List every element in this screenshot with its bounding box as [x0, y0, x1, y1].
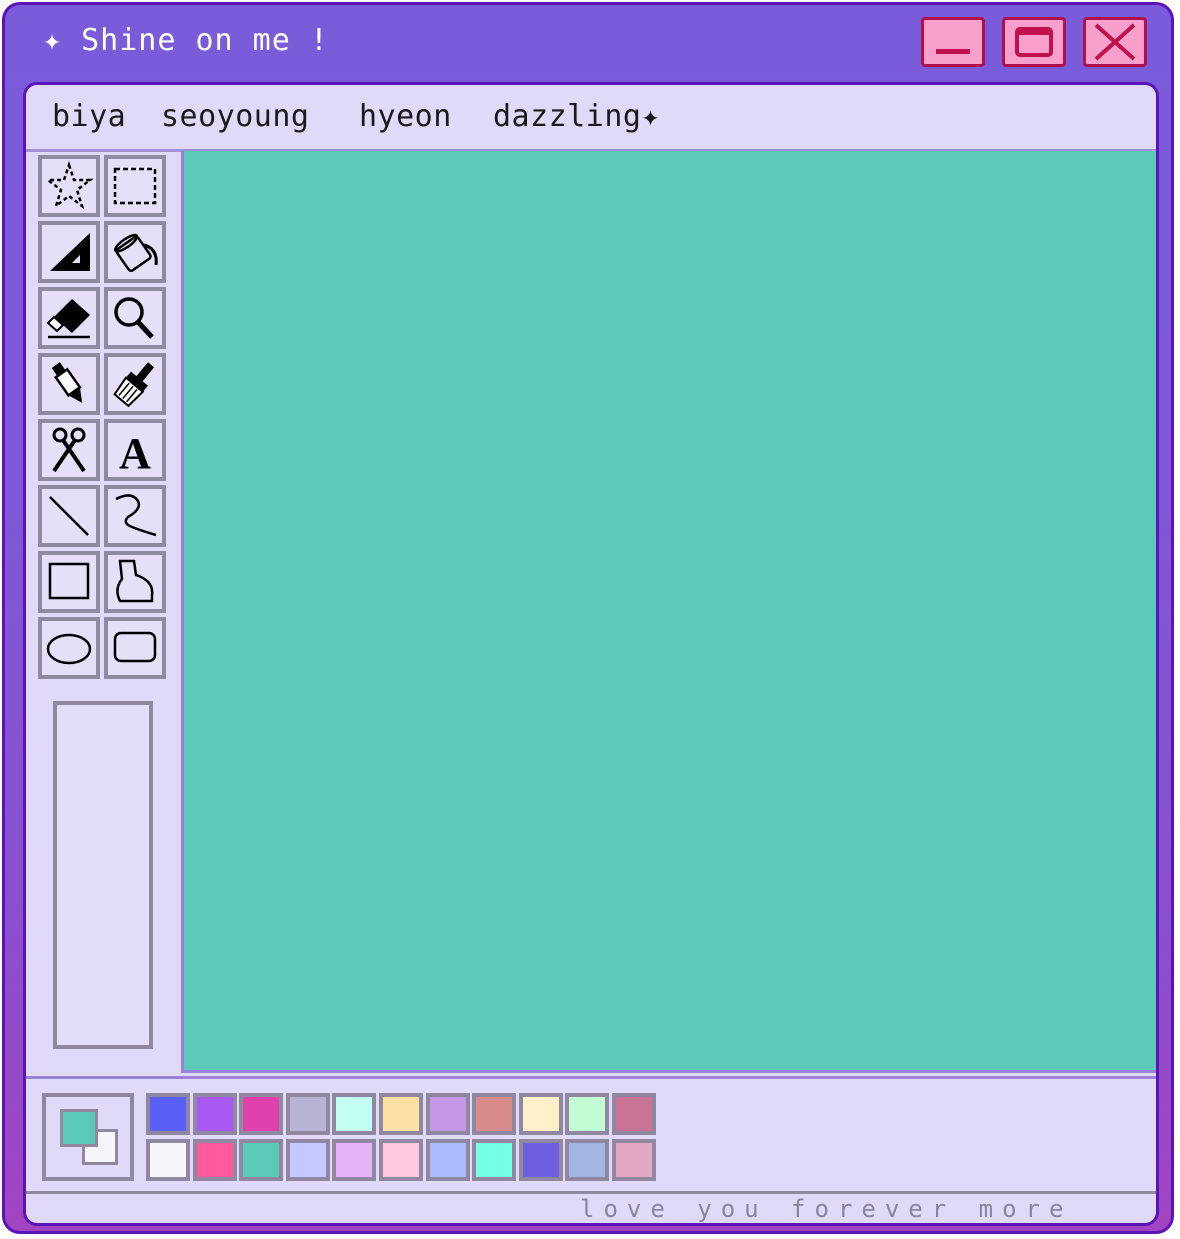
tool-ellipse[interactable] — [38, 617, 100, 679]
foreground-color[interactable] — [60, 1109, 98, 1147]
paint-bucket-icon — [113, 233, 158, 272]
tool-rectangle[interactable] — [38, 551, 100, 613]
tool-curve[interactable] — [104, 485, 166, 547]
palette-swatch[interactable] — [332, 1093, 377, 1135]
tool-scissors[interactable] — [38, 419, 100, 481]
palette-swatch[interactable] — [285, 1093, 330, 1135]
tool-line[interactable] — [38, 485, 100, 547]
tool-pen[interactable] — [38, 353, 100, 415]
paint-window: ✦ Shine on me ! biya seoyoung hyeon dazz… — [2, 2, 1174, 1234]
minimize-icon — [936, 49, 970, 54]
minimize-button[interactable] — [921, 17, 985, 67]
palette-swatch[interactable] — [518, 1093, 563, 1135]
close-icon — [1094, 23, 1136, 61]
tool-magnifier[interactable] — [104, 287, 166, 349]
pen-icon — [51, 362, 83, 403]
line-icon — [49, 496, 89, 536]
window-body: biya seoyoung hyeon dazzling✦ A love you… — [23, 82, 1159, 1226]
tool-free-form-select[interactable] — [38, 155, 100, 217]
color-palette — [26, 1076, 1156, 1194]
palette-swatch[interactable] — [379, 1093, 423, 1135]
rectangle-icon — [48, 562, 90, 600]
window-title: ✦ Shine on me ! — [43, 23, 329, 58]
ellipse-icon — [46, 633, 92, 665]
status-bar: love you forever more — [26, 1191, 1156, 1223]
polygon-icon — [116, 559, 154, 603]
palette-swatch[interactable] — [239, 1139, 284, 1181]
svg-text:A: A — [119, 429, 151, 477]
status-text: love you forever more — [580, 1195, 1073, 1223]
palette-swatch[interactable] — [612, 1093, 656, 1135]
current-colors[interactable] — [42, 1093, 134, 1181]
palette-swatch[interactable] — [192, 1093, 237, 1135]
menu-item-biya[interactable]: biya — [52, 99, 126, 134]
star-select-icon — [44, 161, 94, 210]
palette-swatch[interactable] — [332, 1139, 377, 1181]
palette-swatch[interactable] — [379, 1139, 423, 1181]
palette-swatch[interactable] — [612, 1139, 656, 1181]
rect-select-icon — [113, 167, 157, 205]
rounded-rect-icon — [113, 631, 157, 663]
menu-item-dazzling[interactable]: dazzling✦ — [493, 99, 660, 134]
palette-swatch[interactable] — [565, 1093, 610, 1135]
close-button[interactable] — [1083, 17, 1147, 67]
palette-swatch[interactable] — [518, 1139, 563, 1181]
triangle-ruler-icon — [50, 233, 90, 271]
menu-item-hyeon[interactable]: hyeon — [359, 99, 452, 134]
palette-swatch[interactable] — [472, 1093, 517, 1135]
tool-rect-select[interactable] — [104, 155, 166, 217]
curve-icon — [115, 494, 157, 537]
menu-item-seoyoung[interactable]: seoyoung — [161, 99, 310, 134]
tool-options-panel[interactable] — [53, 701, 153, 1049]
tool-fill[interactable] — [104, 221, 166, 283]
palette-swatch[interactable] — [239, 1093, 284, 1135]
palette-swatch[interactable] — [425, 1093, 470, 1135]
palette-swatch[interactable] — [472, 1139, 517, 1181]
eraser-icon — [46, 299, 90, 339]
palette-swatch[interactable] — [565, 1139, 610, 1181]
palette-swatch[interactable] — [285, 1139, 330, 1181]
tool-brush[interactable] — [104, 353, 166, 415]
tool-rounded-rect[interactable] — [104, 617, 166, 679]
palette-swatch[interactable] — [425, 1139, 470, 1181]
drawing-canvas[interactable] — [181, 151, 1156, 1073]
maximize-icon — [1015, 27, 1053, 57]
maximize-button[interactable] — [1002, 17, 1066, 67]
scissors-icon — [52, 427, 86, 473]
tool-polygon[interactable] — [104, 551, 166, 613]
palette-swatch[interactable] — [146, 1139, 190, 1181]
tool-text[interactable]: A — [104, 419, 166, 481]
magnifier-icon — [114, 297, 154, 339]
palette-swatch[interactable] — [146, 1093, 190, 1135]
tool-triangle[interactable] — [38, 221, 100, 283]
palette-swatch[interactable] — [192, 1139, 237, 1181]
title-bar[interactable]: ✦ Shine on me ! — [5, 5, 1171, 83]
brush-icon — [113, 362, 155, 408]
tool-eraser[interactable] — [38, 287, 100, 349]
text-icon: A — [119, 429, 151, 477]
menu-bar: biya seoyoung hyeon dazzling✦ — [26, 85, 1156, 152]
